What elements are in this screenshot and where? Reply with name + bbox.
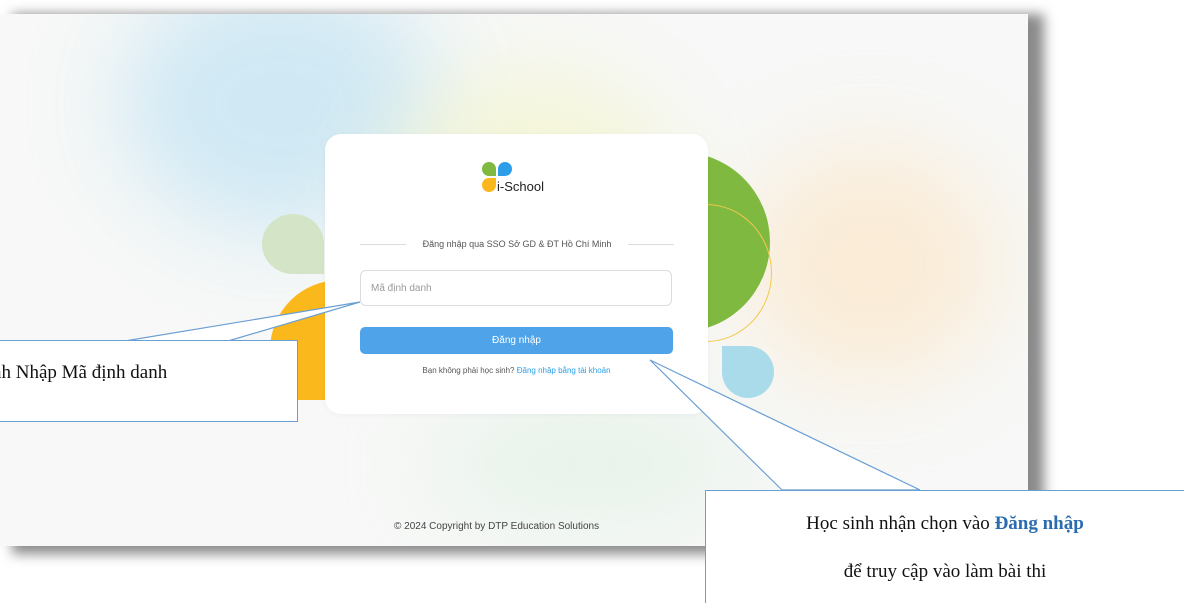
right-callout-line1: Học sinh nhận chọn vào Đăng nhập (706, 513, 1184, 535)
right-callout-line2: để truy cập vào làm bài thi (843, 561, 1047, 582)
logo-leaf-blue-icon (498, 162, 512, 176)
right-callout-prefix: Học sinh nhận chọn vào (806, 513, 995, 534)
not-student-text: Bạn không phải học sinh? (422, 366, 515, 375)
logo-leaf-orange-icon (482, 178, 496, 192)
student-id-input[interactable] (360, 270, 672, 306)
right-callout-highlight: Đăng nhập (994, 513, 1084, 534)
alternate-login-row: Bạn không phải học sinh? Đăng nhập bằng … (360, 366, 673, 375)
divider-line (628, 244, 674, 245)
sso-divider: Đăng nhập qua SSO Sở GD & ĐT Hồ Chí Minh (360, 237, 674, 251)
login-button[interactable]: Đăng nhập (360, 327, 673, 354)
left-annotation-callout: nh Nhập Mã định danh (0, 340, 298, 422)
background-blob (740, 144, 1000, 384)
logo-text: i-School (497, 179, 544, 194)
left-callout-text: nh Nhập Mã định danh (0, 362, 168, 383)
ischool-logo: i-School (482, 162, 572, 204)
decorative-leaf-blue (722, 346, 774, 398)
sso-label: Đăng nhập qua SSO Sở GD & ĐT Hồ Chí Minh (422, 239, 612, 249)
right-annotation-callout: Học sinh nhận chọn vào Đăng nhập để truy… (705, 490, 1184, 603)
decorative-leaf-green (262, 214, 324, 274)
background-blob (430, 404, 750, 524)
divider-line (360, 244, 406, 245)
login-card: i-School Đăng nhập qua SSO Sở GD & ĐT Hồ… (325, 134, 708, 414)
logo-leaf-green-icon (482, 162, 496, 176)
login-with-account-link[interactable]: Đăng nhập bằng tài khoản (517, 366, 611, 375)
copyright-text: © 2024 Copyright by DTP Education Soluti… (394, 521, 600, 532)
login-screen: i-School Đăng nhập qua SSO Sở GD & ĐT Hồ… (0, 14, 1028, 546)
